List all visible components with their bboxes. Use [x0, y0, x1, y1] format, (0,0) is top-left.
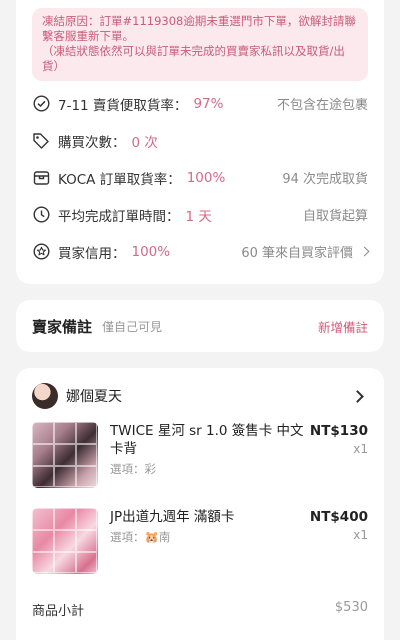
order-item[interactable]: JP出道九週年 滿額卡 選項：🐹南 NT$400 x1: [32, 508, 368, 576]
stat-value: 0 次: [131, 134, 158, 151]
buyer-stats-card: 凍結原因：訂單#1119308逾期未重選門市下單，欲解封請聯繫客服重新下單。 （…: [16, 0, 384, 284]
subtotal-amount: $530: [334, 600, 368, 615]
shop-name: 娜個夏天: [66, 389, 122, 405]
item-title: JP出道九週年 滿額卡: [110, 509, 235, 525]
product-thumbnail: [32, 422, 98, 488]
chevron-right-icon: [351, 389, 364, 403]
stat-note: 94 次完成取貨: [282, 172, 368, 187]
shop-header[interactable]: 娜個夏天: [32, 380, 368, 412]
stat-label: KOCA 訂單取貨率：: [58, 171, 181, 188]
item-qty: x1: [353, 442, 368, 456]
seller-note-title: 賣家備註: [32, 317, 93, 336]
seller-note-subtitle: 僅自己可見: [102, 319, 163, 334]
subtotal-row: 商品小計 $530: [32, 600, 368, 619]
seller-note-card: 賣家備註 僅自己可見 新增備註: [16, 300, 384, 352]
stat-note: 自取貨起算: [302, 209, 368, 224]
item-title: TWICE 星河 sr 1.0 簽售卡 中文卡背: [110, 423, 304, 457]
stat-value: 100%: [186, 169, 226, 186]
chevron-right-icon: [359, 246, 370, 257]
stat-row-koca-pickup: KOCA 訂單取貨率： 100% 94 次完成取貨: [32, 159, 368, 196]
stat-label: 購買次數：: [58, 134, 126, 151]
item-option: 選項：🐹南: [110, 530, 171, 544]
stat-value: 1 天: [185, 208, 212, 225]
star-circle-icon: [32, 243, 50, 261]
stat-row-buyer-credit[interactable]: 買家信用： 100% 60 筆來自買家評價: [32, 233, 370, 270]
stat-label: 買家信用：: [58, 245, 126, 262]
stat-row-pickup-rate: 7-11 賣貨便取貨率： 97% 不包含在途包裹: [32, 85, 368, 122]
tag-icon: [32, 132, 50, 150]
stat-note: 不包含在途包裹: [276, 98, 368, 113]
stat-label: 7-11 賣貨便取貨率：: [58, 97, 188, 114]
stat-value: 100%: [131, 243, 171, 260]
item-qty: x1: [353, 528, 368, 542]
stat-note: 60 筆來自買家評價: [241, 246, 353, 261]
item-price-block: NT$400 x1: [304, 508, 368, 576]
box-icon: [32, 169, 50, 187]
freeze-alert: 凍結原因：訂單#1119308逾期未重選門市下單，欲解封請聯繫客服重新下單。 （…: [32, 8, 368, 81]
add-note-button[interactable]: 新增備註: [318, 317, 368, 336]
subtotal-label: 商品小計: [32, 604, 85, 619]
stat-label: 平均完成訂單時間：: [58, 208, 180, 225]
item-info: JP出道九週年 滿額卡 選項：🐹南: [110, 508, 304, 576]
item-price: NT$130: [309, 423, 368, 439]
item-price: NT$400: [309, 509, 368, 525]
order-card: 娜個夏天 TWICE 星河 sr 1.0 簽售卡 中文卡背 選項：彩 NT$13…: [16, 368, 384, 640]
item-info: TWICE 星河 sr 1.0 簽售卡 中文卡背 選項：彩: [110, 422, 304, 490]
freeze-note: （凍結狀態依然可以與訂單未完成的買賣家私訊以及取貨/出貨）: [42, 44, 345, 73]
reviews-link[interactable]: 60 筆來自買家評價: [241, 242, 370, 261]
clock-icon: [32, 206, 50, 224]
stat-row-purchase-count: 購買次數： 0 次: [32, 122, 368, 159]
product-thumbnail: [32, 508, 98, 574]
freeze-reason: 凍結原因：訂單#1119308逾期未重選門市下單，欲解封請聯繫客服重新下單。: [42, 14, 356, 43]
avatar: [32, 383, 58, 409]
item-option: 選項：彩: [110, 462, 156, 476]
item-price-block: NT$130 x1: [304, 422, 368, 490]
check-circle-icon: [32, 95, 50, 113]
stat-value: 97%: [193, 95, 224, 112]
stat-row-avg-time: 平均完成訂單時間： 1 天 自取貨起算: [32, 196, 368, 233]
order-item[interactable]: TWICE 星河 sr 1.0 簽售卡 中文卡背 選項：彩 NT$130 x1: [32, 422, 368, 490]
